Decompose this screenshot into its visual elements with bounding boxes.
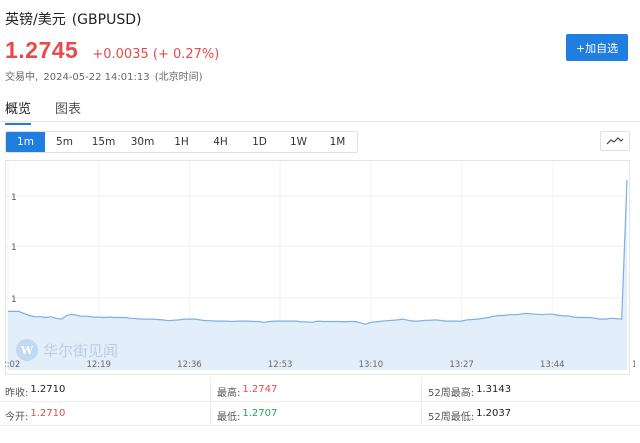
stats-row — [0, 402, 640, 426]
stat-value: 1.2037 — [476, 408, 512, 419]
stat-value: 1.2707 — [242, 408, 278, 419]
x-tick-label: 13:44 — [540, 360, 565, 370]
x-tick-label: 12:02 — [5, 360, 20, 370]
period-selector: 1m 5m 15m 30m 1H 4H 1D 1W 1M — [5, 131, 358, 153]
y-tick-label: 1 — [11, 243, 17, 253]
chart-type-button[interactable] — [600, 131, 630, 151]
stats-divider — [421, 378, 422, 426]
stat-value: 1.2747 — [242, 384, 278, 395]
stat-label: 52周最高: — [428, 388, 475, 399]
stat-low: 最低: 1.2707 — [217, 408, 277, 423]
stat-open: 今开: 1.2710 — [5, 408, 65, 423]
stat-label: 最高: — [217, 388, 241, 399]
period-1m[interactable]: 1m — [6, 132, 45, 152]
x-tick-label: 13:27 — [449, 360, 474, 370]
instrument-symbol: (GBPUSD) — [71, 12, 142, 28]
period-30m[interactable]: 30m — [123, 132, 162, 152]
stats-divider — [210, 378, 211, 426]
stats-row — [0, 378, 640, 402]
tabs-divider — [0, 121, 640, 122]
stat-prev-close: 昨收: 1.2710 — [5, 384, 65, 399]
watermark-text: 华尔街见闻 — [43, 342, 118, 360]
stat-label: 最低: — [217, 412, 241, 423]
price-chart-svg: 1 1 1 12:02 12:19 12:36 12:53 13:10 13:27 13:44 14… — [5, 160, 635, 375]
stat-value: 1.2710 — [30, 408, 66, 419]
line-chart-icon — [606, 137, 624, 145]
period-15m[interactable]: 15m — [84, 132, 123, 152]
y-tick-label: 1 — [11, 295, 17, 305]
period-4h[interactable]: 4H — [201, 132, 240, 152]
period-1d[interactable]: 1D — [240, 132, 279, 152]
y-tick-label: 1 — [11, 193, 17, 203]
instrument-name: 英镑/美元 — [5, 12, 66, 28]
stat-label: 今开: — [5, 412, 29, 423]
stat-high: 最高: 1.2747 — [217, 384, 277, 399]
stat-52w-low: 52周最低: 1.2037 — [428, 408, 511, 423]
price-change: +0.0035 (+ 0.27%) — [92, 47, 220, 62]
x-tick-label: 13:10 — [359, 360, 384, 370]
stat-value: 1.3143 — [476, 384, 512, 395]
instrument-title: 英镑/美元 (GBPUSD) — [5, 9, 141, 29]
stat-label: 52周最低: — [428, 412, 475, 423]
x-tick-label: 12:53 — [268, 360, 293, 370]
period-5m[interactable]: 5m — [45, 132, 84, 152]
x-tick-label: 12:19 — [86, 360, 111, 370]
period-1h[interactable]: 1H — [162, 132, 201, 152]
price-chart[interactable]: 1 1 1 12:02 12:19 12:36 12:53 13:10 13:27 13:44 14… — [5, 160, 635, 375]
add-watchlist-button[interactable]: +加自选 — [566, 34, 628, 61]
x-tick-label: 14:0 — [632, 360, 635, 370]
stat-52w-high: 52周最高: 1.3143 — [428, 384, 511, 399]
stat-label: 昨收: — [5, 388, 29, 399]
period-1mo[interactable]: 1M — [318, 132, 357, 152]
watermark-logo-letter: W — [20, 344, 34, 357]
price-row: 1.2745 +0.0035 (+ 0.27%) — [5, 37, 219, 64]
status-timezone: (北京时间) — [154, 72, 203, 83]
trading-status: 交易中, 2024-05-22 14:01:13 (北京时间) — [5, 68, 205, 83]
status-datetime: 2024-05-22 14:01:13 — [43, 72, 150, 83]
period-1w[interactable]: 1W — [279, 132, 318, 152]
stat-value: 1.2710 — [30, 384, 66, 395]
x-tick-label: 12:36 — [177, 360, 202, 370]
status-text: 交易中, — [5, 72, 39, 83]
last-price: 1.2745 — [5, 37, 79, 63]
